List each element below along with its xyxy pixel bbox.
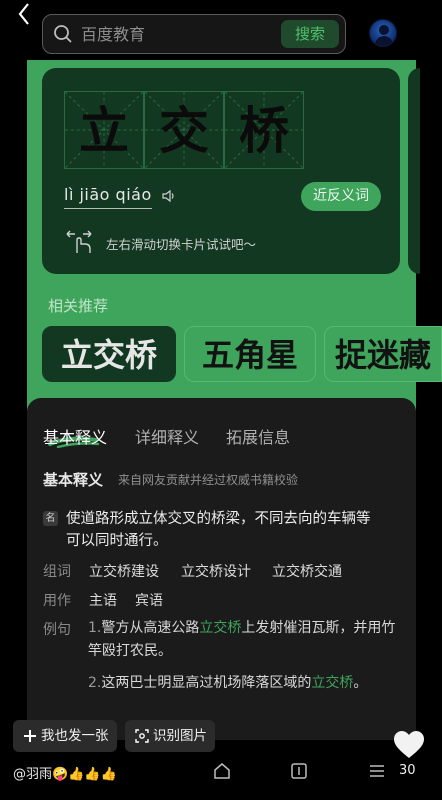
scan-icon: [135, 729, 149, 743]
section-source: 来自网友贡献并经过权威书籍校验: [118, 473, 299, 487]
phrase-label: 组词: [43, 564, 71, 580]
related-chip[interactable]: 捉迷藏: [324, 326, 442, 382]
swipe-tip: 左右滑动切换卡片试试吧～: [106, 237, 257, 252]
character-grid: 立 交 桥: [64, 91, 304, 169]
example-sentence: 2.这两巴士明显高过机场降落区域的立交桥。: [88, 675, 368, 691]
author-name: @羽雨: [13, 767, 53, 782]
usage-label: 用作: [43, 593, 71, 609]
character-cell: 立: [64, 91, 144, 169]
related-title: 相关推荐: [48, 297, 109, 315]
post-button[interactable]: 我也发一张: [13, 720, 117, 752]
swipe-hand-icon: [66, 230, 92, 253]
chevron-left-icon: [18, 3, 29, 25]
part-of-speech-badge: 名: [43, 511, 58, 526]
avatar[interactable]: [369, 19, 397, 47]
back-button[interactable]: [14, 2, 34, 26]
example-sentence: 1.警方从高速公路立交桥上发射催泪瓦斯，并用竹竿殴打农民。: [88, 620, 396, 659]
phrase-item[interactable]: 立交桥建设: [89, 561, 159, 581]
pinyin: lì jiāo qiáo: [64, 185, 152, 209]
speaker-icon[interactable]: [162, 189, 178, 203]
related-chip[interactable]: 五角星: [184, 326, 316, 382]
page-count-icon[interactable]: [290, 762, 308, 780]
section-title: 基本释义: [43, 471, 104, 489]
tab-basic[interactable]: 基本释义: [43, 424, 107, 448]
search-icon: [54, 25, 72, 43]
phrase-item[interactable]: 立交桥设计: [181, 561, 251, 581]
usage-item: 宾语: [135, 593, 163, 609]
author-emojis: 🤪👍👍👍: [52, 767, 117, 782]
search-bar: 搜索: [42, 14, 346, 54]
home-icon[interactable]: [213, 762, 231, 780]
related-chip[interactable]: 立交桥: [42, 326, 176, 382]
menu-icon[interactable]: [368, 762, 386, 780]
heart-icon[interactable]: [393, 730, 425, 760]
character-cell: 桥: [224, 91, 304, 169]
character: 交: [159, 101, 209, 160]
like-count: 30: [399, 763, 416, 778]
search-input[interactable]: [81, 23, 281, 45]
search-button[interactable]: 搜索: [281, 20, 339, 48]
tab-detailed[interactable]: 详细释义: [135, 424, 199, 448]
antonym-button[interactable]: 近反义词: [301, 182, 381, 211]
character-cell: 交: [144, 91, 224, 169]
example-label: 例句: [43, 622, 71, 638]
character: 立: [79, 101, 129, 160]
plus-icon: [24, 730, 36, 742]
phrase-item[interactable]: 立交桥交通: [272, 561, 342, 581]
usage-item: 主语: [89, 593, 117, 609]
character: 桥: [239, 101, 289, 160]
tab-extended[interactable]: 拓展信息: [226, 424, 290, 448]
next-word-card-peek[interactable]: [408, 68, 420, 274]
author-line[interactable]: @羽雨🤪👍👍👍: [13, 763, 117, 782]
definition-text: 使道路形成立体交叉的桥梁，不同去向的车辆等可以同时通行。: [66, 511, 371, 549]
recognize-image-button[interactable]: 识别图片: [125, 720, 215, 752]
